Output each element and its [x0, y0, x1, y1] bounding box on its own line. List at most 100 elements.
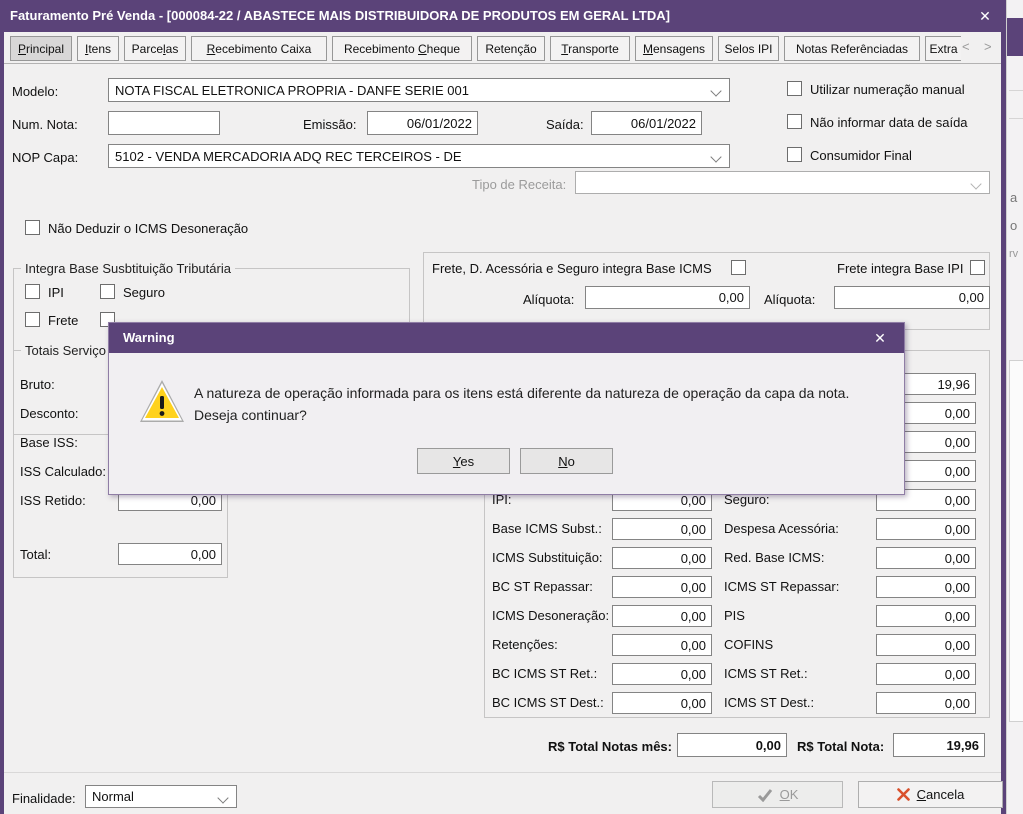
x-icon [896, 788, 910, 801]
window-left-border [0, 32, 4, 814]
no-button[interactable]: No [520, 448, 613, 474]
integra-frete-checkbox[interactable] [25, 312, 40, 327]
icms-st-dest-input[interactable]: 0,00 [876, 692, 976, 714]
chevron-down-icon [710, 85, 722, 97]
pis-label: PIS [724, 608, 745, 623]
modelo-label: Modelo: [12, 84, 59, 99]
cofins-label: COFINS [724, 637, 774, 652]
background-text-fragment: a [1010, 190, 1018, 205]
nop-capa-label: NOP Capa: [12, 150, 79, 165]
window-titlebar[interactable]: Faturamento Pré Venda - [000084-22 / ABA… [0, 0, 1006, 32]
red-base-icms-input[interactable]: 0,00 [876, 547, 976, 569]
tab-recebimento-cheque[interactable]: Recebimento Cheque [332, 36, 472, 61]
utilizar-numeracao-manual-checkbox[interactable] [787, 81, 802, 96]
icms-st-repassar-label: ICMS ST Repassar: [724, 579, 840, 594]
background-text-fragment: rv [1009, 248, 1019, 260]
tab-retencao[interactable]: Retenção [477, 36, 545, 61]
yes-button[interactable]: Yes [417, 448, 510, 474]
consumidor-final-checkbox[interactable] [787, 147, 802, 162]
tab-scroll-left-icon[interactable]: < [962, 39, 970, 54]
tab-mensagens[interactable]: Mensagens [635, 36, 713, 61]
finalidade-label: Finalidade: [12, 791, 76, 806]
tab-transporte[interactable]: Transporte [550, 36, 630, 61]
tab-scroll-right-icon[interactable]: > [984, 39, 992, 54]
totais-servico-group-title: Totais Serviço [21, 343, 110, 358]
icms-desoneracao-input[interactable]: 0,00 [612, 605, 712, 627]
bc-icms-st-ret-label: BC ICMS ST Ret.: [492, 666, 598, 681]
tab-parcelas[interactable]: Parcelas [124, 36, 186, 61]
window-close-icon[interactable]: ✕ [972, 5, 998, 27]
nop-capa-combobox[interactable]: 5102 - VENDA MERCADORIA ADQ REC TERCEIRO… [108, 144, 730, 168]
tab-itens[interactable]: Itens [77, 36, 119, 61]
num-nota-input[interactable] [108, 111, 220, 135]
frete-integra-icms-label: Frete, D. Acessória e Seguro integra Bas… [432, 261, 712, 276]
icms-substituicao-input[interactable]: 0,00 [612, 547, 712, 569]
num-nota-label: Num. Nota: [12, 117, 78, 132]
nao-informar-data-saida-checkbox[interactable] [787, 114, 802, 129]
finalidade-combobox[interactable]: Normal [85, 785, 237, 808]
base-iss-label: Base ISS: [20, 435, 78, 450]
consumidor-final-label: Consumidor Final [810, 148, 912, 163]
red-base-icms-label: Red. Base ICMS: [724, 550, 825, 565]
warning-title: Warning [123, 330, 175, 345]
warning-close-icon[interactable]: ✕ [867, 327, 893, 349]
total-nota-label: R$ Total Nota: [797, 739, 885, 754]
chevron-down-icon [710, 151, 722, 163]
warning-titlebar[interactable]: Warning ✕ [109, 323, 904, 353]
integra-ipi-label: IPI [48, 285, 64, 300]
icms-st-ret-label: ICMS ST Ret.: [724, 666, 808, 681]
emissao-input[interactable]: 06/01/2022 [367, 111, 478, 135]
integra-frete-label: Frete [48, 313, 79, 328]
chevron-down-icon [217, 792, 229, 804]
frete-integra-icms-checkbox[interactable] [731, 260, 746, 275]
total-servico-label: Total: [20, 547, 52, 562]
tab-recebimento-caixa[interactable]: Recebimento Caixa [191, 36, 327, 61]
nao-deduzir-icms-checkbox[interactable] [25, 220, 40, 235]
retencoes-input[interactable]: 0,00 [612, 634, 712, 656]
iss-calculado-label: ISS Calculado: [20, 464, 106, 479]
total-notas-mes-input[interactable]: 0,00 [677, 733, 787, 757]
aliquota-icms-input[interactable]: 0,00 [585, 286, 750, 309]
pis-input[interactable]: 0,00 [876, 605, 976, 627]
tab-notas-referenciadas[interactable]: Notas Referênciadas [784, 36, 920, 61]
check-icon [757, 788, 772, 802]
integra-seguro-checkbox[interactable] [100, 284, 115, 299]
icms-st-dest-label: ICMS ST Dest.: [724, 695, 815, 710]
tab-extra[interactable]: Extra [925, 36, 961, 61]
integra-ipi-checkbox[interactable] [25, 284, 40, 299]
total-nota-input[interactable]: 19,96 [893, 733, 985, 757]
despesa-acessoria-input[interactable]: 0,00 [876, 518, 976, 540]
emissao-label: Emissão: [303, 117, 357, 132]
screen: a o rv a o Faturamento Pré Venda - [0000… [0, 0, 1023, 814]
tipo-receita-label: Tipo de Receita: [472, 177, 567, 192]
nao-informar-data-saida-label: Não informar data de saída [810, 115, 968, 130]
cancela-button[interactable]: Cancela [858, 781, 1003, 808]
saida-label: Saída: [546, 117, 584, 132]
tab-selos-ipi[interactable]: Selos IPI [718, 36, 779, 61]
frete-integra-ipi-checkbox[interactable] [970, 260, 985, 275]
bc-st-repassar-input[interactable]: 0,00 [612, 576, 712, 598]
bc-icms-st-dest-input[interactable]: 0,00 [612, 692, 712, 714]
background-text-fragment: o [1010, 218, 1018, 233]
utilizar-numeracao-manual-label: Utilizar numeração manual [810, 82, 965, 97]
tipo-receita-combobox[interactable] [575, 171, 990, 194]
saida-input[interactable]: 06/01/2022 [591, 111, 702, 135]
icms-st-ret-input[interactable]: 0,00 [876, 663, 976, 685]
modelo-combobox[interactable]: NOTA FISCAL ELETRONICA PROPRIA - DANFE S… [108, 78, 730, 102]
background-window: a o rv a o [1006, 0, 1023, 814]
icms-st-repassar-input[interactable]: 0,00 [876, 576, 976, 598]
frete-integra-ipi-label: Frete integra Base IPI [837, 261, 964, 276]
bc-icms-st-ret-input[interactable]: 0,00 [612, 663, 712, 685]
integra-seguro-label: Seguro [123, 285, 165, 300]
bc-icms-st-dest-label: BC ICMS ST Dest.: [492, 695, 604, 710]
cofins-input[interactable]: 0,00 [876, 634, 976, 656]
warning-message-line1: A natureza de operação informada para os… [194, 385, 850, 401]
base-icms-subst-input[interactable]: 0,00 [612, 518, 712, 540]
total-servico-input[interactable]: 0,00 [118, 543, 222, 565]
aliquota-icms-label: Alíquota: [523, 292, 575, 307]
desconto-label: Desconto: [20, 406, 79, 421]
bruto-label: Bruto: [20, 377, 55, 392]
ok-button[interactable]: OK [712, 781, 843, 808]
aliquota-ipi-input[interactable]: 0,00 [834, 286, 990, 309]
tab-principal[interactable]: Principal [10, 36, 72, 61]
